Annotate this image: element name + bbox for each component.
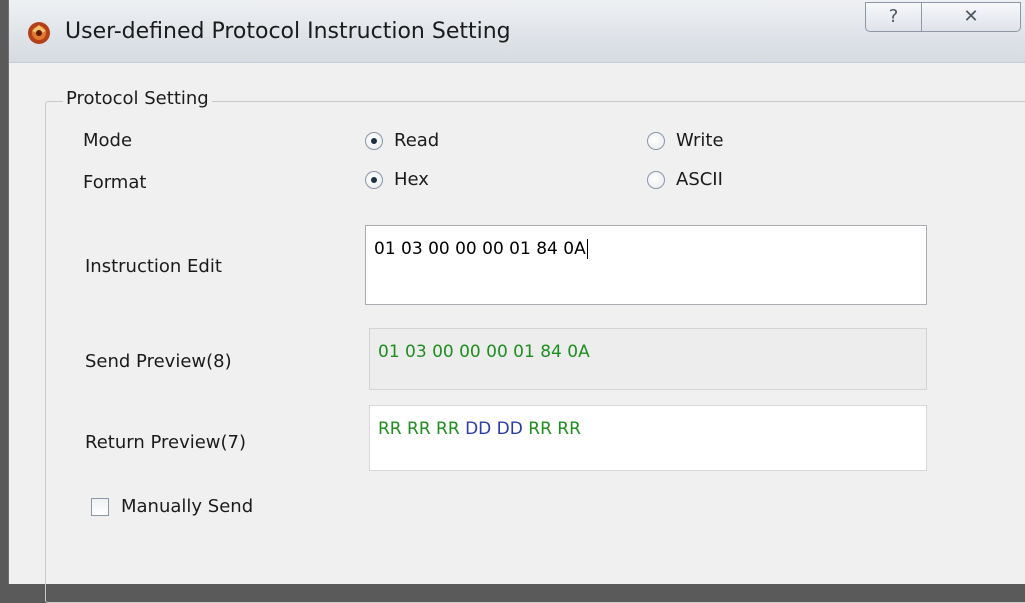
return-preview-token: RR [522, 419, 552, 439]
return-preview-field: RR RR RR DD DD RR RR [369, 405, 927, 471]
mode-write-label: Write [676, 130, 724, 151]
group-title: Protocol Setting [63, 88, 212, 109]
return-preview-token: RR [430, 419, 460, 439]
title-bar: User-defined Protocol Instruction Settin… [9, 0, 1025, 63]
mode-write-radio-indicator[interactable] [647, 131, 665, 150]
manually-send-label: Manually Send [121, 496, 254, 517]
instruction-edit-field[interactable]: 01 03 00 00 00 01 84 0A [365, 225, 927, 305]
mode-read-radio-indicator[interactable] [365, 131, 383, 150]
return-preview-value: RR RR RR DD DD RR RR [378, 419, 581, 439]
close-button[interactable]: ✕ [921, 2, 1021, 32]
format-ascii-radio[interactable]: ASCII [647, 169, 723, 190]
return-preview-token: DD [459, 419, 492, 439]
mode-read-radio[interactable]: Read [365, 130, 439, 151]
dialog-window: User-defined Protocol Instruction Settin… [8, 0, 1025, 603]
return-preview-label: Return Preview(7) [85, 432, 247, 453]
send-preview-value: 01 03 00 00 00 01 84 0A [378, 342, 590, 362]
window-title: User-defined Protocol Instruction Settin… [65, 19, 511, 44]
text-cursor [586, 239, 588, 259]
mode-write-radio[interactable]: Write [647, 130, 724, 151]
manually-send-checkbox-box[interactable] [91, 497, 109, 516]
return-preview-token: RR [401, 419, 431, 439]
format-hex-radio-indicator[interactable] [365, 170, 383, 189]
help-button[interactable]: ? [865, 2, 921, 32]
instruction-edit-label: Instruction Edit [85, 256, 222, 277]
return-preview-token: RR [551, 419, 581, 439]
mode-read-label: Read [394, 130, 440, 151]
manually-send-checkbox[interactable]: Manually Send [91, 496, 253, 517]
format-ascii-label: ASCII [676, 169, 723, 190]
return-preview-token: DD [491, 419, 523, 439]
mode-label: Mode [83, 130, 133, 151]
instruction-edit-value: 01 03 00 00 00 01 84 0A [374, 239, 586, 259]
help-icon: ? [888, 6, 899, 27]
send-preview-field: 01 03 00 00 00 01 84 0A [369, 328, 927, 390]
format-label: Format [83, 172, 147, 193]
send-preview-label: Send Preview(8) [85, 351, 232, 372]
format-hex-radio[interactable]: Hex [365, 169, 429, 190]
app-icon [28, 22, 50, 44]
return-preview-token: RR [378, 419, 402, 439]
close-icon: ✕ [963, 6, 979, 27]
format-ascii-radio-indicator[interactable] [647, 170, 665, 189]
format-hex-label: Hex [394, 169, 429, 190]
